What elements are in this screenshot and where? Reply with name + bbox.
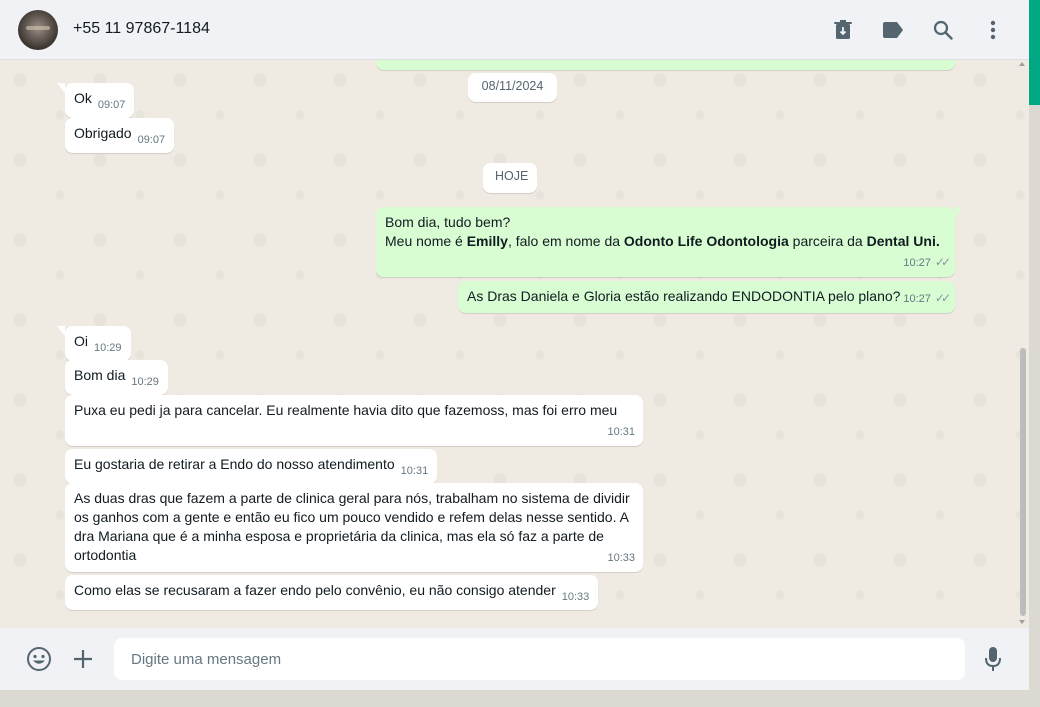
date-chip: 08/11/2024 <box>468 73 557 102</box>
message-text: Oi <box>74 333 88 349</box>
archive-icon[interactable] <box>829 16 857 44</box>
message-time: 10:31 <box>400 465 429 477</box>
message-time: 10:31 <box>607 426 635 438</box>
scroll-up-icon[interactable] <box>1019 62 1025 66</box>
message-time: 09:07 <box>97 99 126 111</box>
message-bubble-outgoing[interactable]: Bom dia, tudo bem? Meu nome é Emilly, fa… <box>376 207 963 277</box>
date-chip-today: HOJE <box>483 163 537 193</box>
menu-icon[interactable] <box>979 16 1007 44</box>
message-text: Bom dia, tudo bem? Meu nome é Emilly, fa… <box>385 214 940 249</box>
message-text: As duas dras que fazem a parte de clinic… <box>74 490 630 563</box>
message-bubble-incoming[interactable]: As duas dras que fazem a parte de clinic… <box>65 483 643 572</box>
message-text: Puxa eu pedi ja para cancelar. Eu realme… <box>74 402 618 418</box>
message-bubble-outgoing[interactable]: As Dras Daniela e Gloria estão realizand… <box>458 281 955 313</box>
message-text: Bom dia <box>74 367 126 383</box>
search-icon[interactable] <box>929 16 957 44</box>
read-receipt-icon: ✓✓ <box>934 255 951 269</box>
message-time: 10:29 <box>94 342 122 354</box>
emoji-icon[interactable] <box>25 645 53 673</box>
whatsapp-window: +55 11 97867-1184 08/11/2024 Ok 09:07 Ob… <box>0 0 1029 690</box>
message-text: Como elas se recusaram a fazer endo pelo… <box>74 582 556 598</box>
message-bubble-incoming[interactable]: Puxa eu pedi ja para cancelar. Eu realme… <box>65 395 643 446</box>
read-receipt-icon: ✓✓ <box>934 291 951 305</box>
message-text: Ok <box>74 90 92 106</box>
attach-plus-icon[interactable] <box>69 645 97 673</box>
message-bubble-incoming[interactable]: Como elas se recusaram a fazer endo pelo… <box>65 575 599 610</box>
message-time: 10:27 <box>903 257 931 269</box>
message-time: 10:33 <box>561 591 590 603</box>
message-bubble-incoming[interactable]: Oi 10:29 <box>57 326 131 361</box>
message-text: Eu gostaria de retirar a Endo do nosso a… <box>74 456 395 472</box>
avatar[interactable] <box>18 10 58 50</box>
message-bubble-incoming[interactable]: Ok 09:07 <box>57 83 135 118</box>
message-text: As Dras Daniela e Gloria estão realizand… <box>467 288 901 304</box>
chat-scrollbar[interactable] <box>1019 60 1027 628</box>
message-time: 10:29 <box>131 376 159 388</box>
message-list[interactable]: 08/11/2024 Ok 09:07 Obrigado 09:07 HOJE Bo… <box>0 60 1029 628</box>
message-time: 09:07 <box>137 134 166 146</box>
label-icon[interactable] <box>879 16 907 44</box>
composer <box>0 628 1029 690</box>
message-time: 10:33 <box>607 552 635 564</box>
microphone-icon[interactable] <box>979 645 1007 673</box>
message-time: 10:27 <box>903 293 931 305</box>
contact-name[interactable]: +55 11 97867-1184 <box>73 20 210 38</box>
message-bubble-incoming[interactable]: Eu gostaria de retirar a Endo do nosso a… <box>65 449 438 484</box>
message-bubble-incoming[interactable]: Obrigado 09:07 <box>65 118 175 153</box>
message-text: Obrigado <box>74 125 132 141</box>
accent-strip <box>1029 0 1040 105</box>
scroll-down-icon[interactable] <box>1019 620 1025 624</box>
chat-header: +55 11 97867-1184 <box>0 0 1029 60</box>
message-bubble-outgoing-partial[interactable] <box>376 60 955 70</box>
message-input[interactable] <box>114 638 965 680</box>
window-bottom-band <box>0 690 1040 707</box>
message-bubble-incoming[interactable]: Bom dia 10:29 <box>65 360 168 395</box>
scrollbar-thumb[interactable] <box>1020 348 1026 616</box>
